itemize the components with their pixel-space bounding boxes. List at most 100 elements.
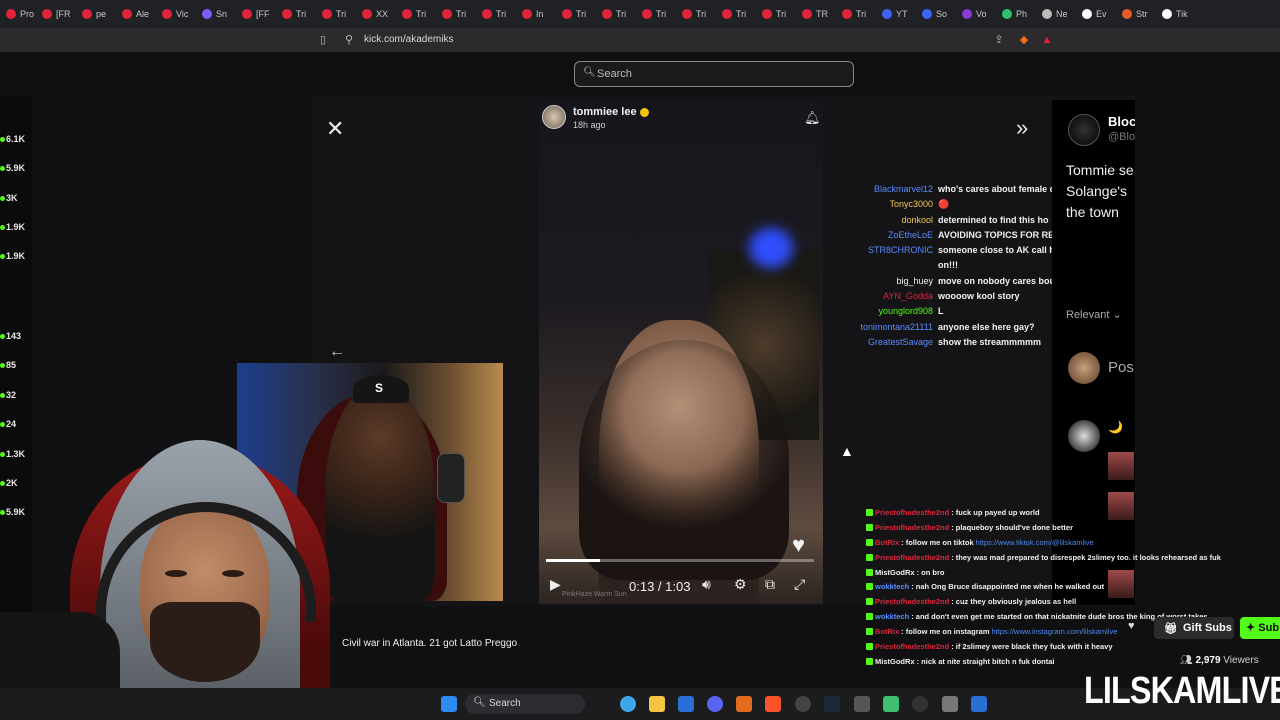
app-icon[interactable] [971,696,987,712]
chat-username[interactable]: Priestofhadesthe2nd [875,642,949,651]
heart-icon[interactable]: ♥ [1128,620,1146,636]
sidebar-channel-viewers[interactable]: 1.9K [0,251,25,261]
chat-username[interactable]: MistGodRx [875,657,915,666]
chat-username[interactable]: Tonyc3000 [840,199,938,214]
x-post-handle[interactable]: @Blo [1108,131,1135,143]
sidebar-channel-viewers[interactable]: 32 [0,390,16,400]
browser-tab[interactable]: Tri [716,0,756,28]
chat-username[interactable]: donkool [840,215,938,230]
browser-tab[interactable]: Tri [476,0,516,28]
browser-tab[interactable]: Tri [836,0,876,28]
sidebar-channel-viewers[interactable]: 1.9K [0,222,25,232]
chat-username[interactable]: STR8CHRONIC [840,245,938,260]
browser-tab[interactable]: Vo [956,0,996,28]
next-arrow-icon[interactable]: » [1016,115,1028,141]
browser-tab[interactable]: Ev [1076,0,1116,28]
browser-tab[interactable]: YT [876,0,916,28]
chat-username[interactable]: Priestofhadesthe2nd [875,508,949,517]
copilot-icon[interactable] [620,696,636,712]
avatar[interactable] [1068,420,1100,452]
chat-username[interactable]: Priestofhadesthe2nd [875,597,949,606]
taskbar-search[interactable]: 🔍︎ Search [465,694,585,714]
gift-subs-button[interactable]: 🎁︎ Gift Subs [1154,617,1234,639]
post-reply-placeholder[interactable]: Pos [1108,359,1134,376]
chat-username[interactable]: wokktech [875,582,909,591]
sidebar-channel-viewers[interactable]: 5.9K [0,163,25,173]
x-post-author[interactable]: Bloc [1108,114,1135,129]
browser-tab[interactable]: Tri [636,0,676,28]
brave-icon[interactable] [765,696,781,712]
back-arrow-icon[interactable]: ← [329,343,345,361]
app-icon[interactable] [883,696,899,712]
avatar[interactable] [542,105,566,129]
browser-tab[interactable]: Ne [1036,0,1076,28]
bell-icon[interactable]: 🔔︎ [804,110,821,126]
browser-tab[interactable]: TR [796,0,836,28]
settings-gear-icon[interactable]: ⚙ [734,576,747,593]
browser-tab[interactable]: [FF [236,0,276,28]
browser-tab[interactable]: Pro [0,0,36,28]
browser-tab[interactable]: Tri [316,0,356,28]
fullscreen-icon[interactable]: ⤢ [794,576,805,593]
chat-username[interactable]: Priestofhadesthe2nd [875,553,949,562]
browser-tab[interactable]: Ph [996,0,1036,28]
browser-tab[interactable]: Tri [436,0,476,28]
volume-icon[interactable]: 🔊︎ [702,576,711,593]
play-icon[interactable]: ▶ [550,576,561,593]
close-icon[interactable]: ✕ [326,116,344,142]
app-icon[interactable] [854,696,870,712]
sidebar-channel-viewers[interactable]: 3K [0,193,18,203]
heart-icon[interactable]: ♥ [792,532,805,558]
bookmark-icon[interactable]: ▯ [316,33,330,47]
browser-tab[interactable]: pe [76,0,116,28]
chat-username[interactable]: GreatestSavage [840,337,938,352]
browser-tab[interactable]: Tri [396,0,436,28]
obs-icon[interactable] [795,696,811,712]
replies-sort-dropdown[interactable]: Relevant ⌄ [1066,308,1122,321]
sidebar-channel-viewers[interactable]: 24 [0,419,16,429]
browser-icon[interactable] [736,696,752,712]
app-icon[interactable] [912,696,928,712]
subscribe-button[interactable]: ✦ Sub [1240,617,1280,639]
video-progress-bar[interactable] [546,559,814,562]
chat-username[interactable]: BotRix [875,627,899,636]
chat-username[interactable]: BotRix [875,538,899,547]
app-icon[interactable] [942,696,958,712]
brave-shield-icon[interactable]: ◆ [1017,33,1031,47]
browser-tab[interactable]: Vic [156,0,196,28]
sidebar-channel-viewers[interactable]: 6.1K [0,134,25,144]
store-icon[interactable] [678,696,694,712]
avatar[interactable] [1068,352,1100,384]
sidebar-channel-viewers[interactable]: 143 [0,331,21,341]
chat-username[interactable]: Priestofhadesthe2nd [875,523,949,532]
chat-link[interactable]: https://www.instagram.com/lilskamlive [992,627,1118,636]
reply-thumbnail[interactable] [1108,452,1134,480]
chat-username[interactable]: MistGodRx [875,568,915,577]
browser-tab[interactable]: Tri [556,0,596,28]
browser-tab[interactable]: Sn [196,0,236,28]
browser-tab[interactable]: Tri [596,0,636,28]
avatar[interactable] [1068,114,1100,146]
rewards-icon[interactable]: ▲ [1040,33,1054,47]
browser-tab[interactable]: In [516,0,556,28]
miniplayer-icon[interactable]: ⧉ [765,576,775,593]
chat-username[interactable]: wokktech [875,612,909,621]
browser-tab[interactable]: Str [1116,0,1156,28]
chat-username[interactable] [840,260,938,275]
file-explorer-icon[interactable] [649,696,665,712]
site-info-icon[interactable]: ⚲ [342,33,356,47]
url-text[interactable]: kick.com/akademiks [364,34,453,45]
browser-tab[interactable]: Ale [116,0,156,28]
discord-icon[interactable] [707,696,723,712]
chat-username[interactable]: AYN_Godda [840,291,938,306]
browser-tab[interactable]: Tri [756,0,796,28]
browser-tab[interactable]: Tri [676,0,716,28]
browser-tab[interactable]: XX [356,0,396,28]
tiktok-video[interactable] [539,100,823,604]
chat-link[interactable]: https://www.tiktok.com/@lilskamlive [976,538,1094,547]
browser-tab[interactable]: So [916,0,956,28]
chat-username[interactable]: big_huey [840,276,938,291]
chat-username[interactable]: younglord908 [840,306,938,321]
windows-start-icon[interactable] [441,696,457,712]
share-icon[interactable]: ⇪ [992,33,1006,47]
